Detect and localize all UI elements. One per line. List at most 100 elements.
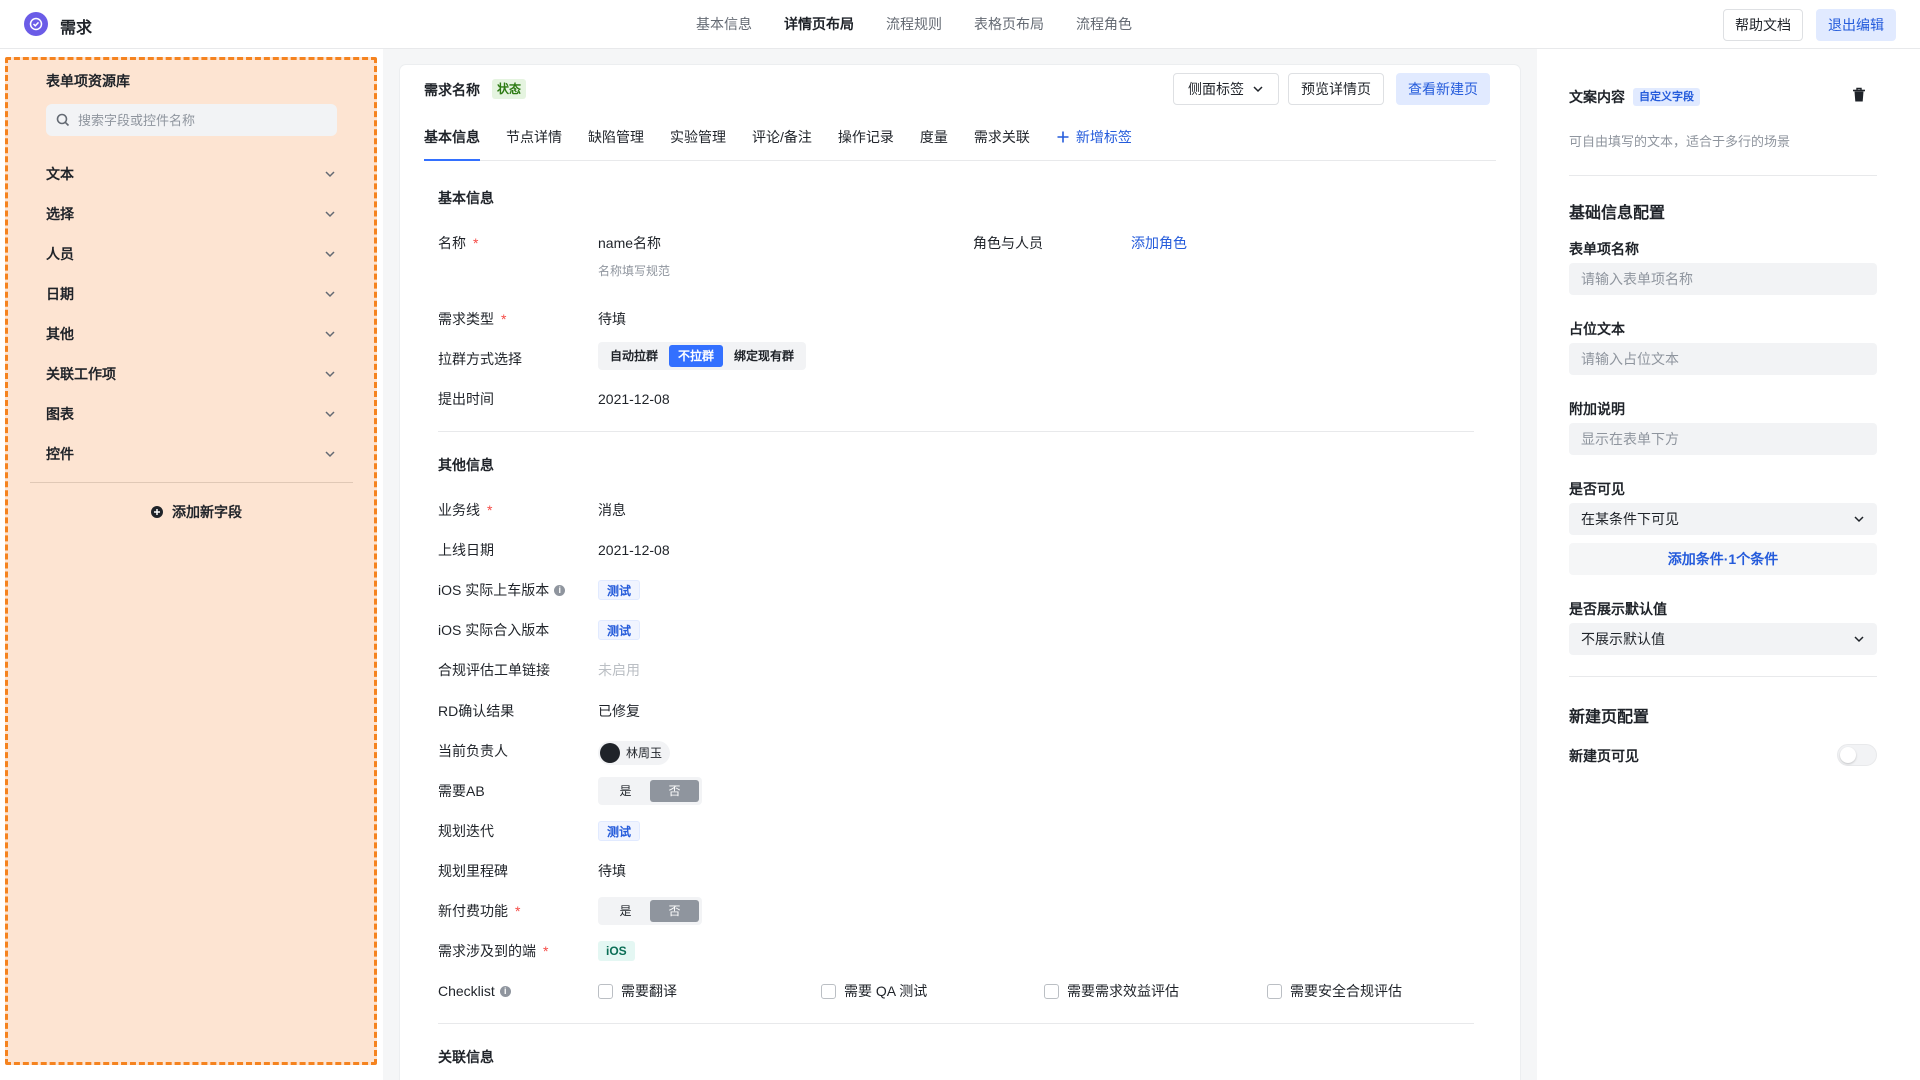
field-paid-feature: 新付费功能 * 是 否 <box>438 897 1498 925</box>
field-checklist: Checklist i 需要翻译 需要 QA 测试 需要需求效益评估 需要安全合规… <box>438 981 1402 1001</box>
category-related-work[interactable]: 关联工作项 <box>46 354 336 394</box>
trash-icon[interactable] <box>1852 87 1866 106</box>
field-submit-time[interactable]: 提出时间 2021-12-08 <box>438 389 1498 409</box>
field-group-mode: 拉群方式选择 自动拉群 不拉群 绑定现有群 <box>438 342 1498 370</box>
search-input[interactable] <box>78 112 318 128</box>
exit-edit-button[interactable]: 退出编辑 <box>1816 9 1896 41</box>
tab-defects[interactable]: 缺陷管理 <box>588 113 644 161</box>
chevron-down-icon <box>325 411 335 418</box>
add-condition-button[interactable]: 添加条件·1个条件 <box>1569 543 1877 575</box>
category-other[interactable]: 其他 <box>46 314 336 354</box>
section-divider <box>438 1023 1474 1024</box>
section-basic-info: 基本信息 <box>438 190 494 206</box>
field-business-line[interactable]: 业务线 * 消息 <box>438 500 1498 520</box>
plus-icon <box>1057 131 1069 142</box>
chevron-down-icon <box>325 211 335 218</box>
basic-config-title: 基础信息配置 <box>1569 205 1666 222</box>
tab-basic[interactable]: 基本信息 <box>424 113 480 161</box>
category-person[interactable]: 人员 <box>46 234 336 274</box>
field-online-date[interactable]: 上线日期 2021-12-08 <box>438 540 1498 560</box>
field-milestone[interactable]: 规划里程碑 待填 <box>438 861 1498 881</box>
divider <box>1569 676 1877 677</box>
tab-basic-info[interactable]: 基本信息 <box>680 0 768 48</box>
option-no[interactable]: 否 <box>650 900 699 922</box>
detail-tabs: 基本信息 节点详情 缺陷管理 实验管理 评论/备注 操作记录 度量 需求关联 新… <box>424 113 1496 161</box>
field-rd-result[interactable]: RD确认结果 已修复 <box>438 701 1498 721</box>
placeholder-label: 占位文本 <box>1569 321 1625 337</box>
newpage-config-title: 新建页配置 <box>1569 709 1650 726</box>
category-text[interactable]: 文本 <box>46 154 336 194</box>
field-type[interactable]: 需求类型 * 待填 <box>438 309 1498 329</box>
option-no[interactable]: 否 <box>650 780 699 802</box>
preview-detail-button[interactable]: 预览详情页 <box>1288 73 1384 105</box>
category-list: 文本 选择 人员 日期 其他 关联工作项 图表 控件 <box>46 154 336 474</box>
field-ios-merge-version[interactable]: iOS 实际合入版本 测试 <box>438 620 1498 640</box>
help-docs-button[interactable]: 帮助文档 <box>1723 9 1803 41</box>
tab-operation-log[interactable]: 操作记录 <box>838 113 894 161</box>
option-yes[interactable]: 是 <box>601 900 650 922</box>
paid-toggle[interactable]: 是 否 <box>598 897 702 925</box>
extra-input[interactable] <box>1569 423 1877 455</box>
group-option-none[interactable]: 不拉群 <box>669 345 724 367</box>
search-icon <box>56 113 70 127</box>
info-icon: i <box>554 584 566 596</box>
add-field-button[interactable]: 添加新字段 <box>150 502 242 522</box>
tab-detail-layout[interactable]: 详情页布局 <box>768 0 870 48</box>
tab-comments[interactable]: 评论/备注 <box>752 113 812 161</box>
required-mark: * <box>501 311 507 327</box>
plus-circle-icon <box>151 506 163 518</box>
status-badge[interactable]: 状态 <box>492 79 527 99</box>
category-chart[interactable]: 图表 <box>46 394 336 434</box>
ab-toggle[interactable]: 是 否 <box>598 777 702 805</box>
tab-node-detail[interactable]: 节点详情 <box>506 113 562 161</box>
placeholder-input[interactable] <box>1569 343 1877 375</box>
add-tab-button[interactable]: 新增标签 <box>1056 113 1132 161</box>
field-compliance-link[interactable]: 合规评估工单链接 未启用 <box>438 660 1498 680</box>
checkbox-translate[interactable]: 需要翻译 <box>598 981 677 1001</box>
category-select[interactable]: 选择 <box>46 194 336 234</box>
field-name-input[interactable] <box>1569 263 1877 295</box>
field-ios-real-version[interactable]: iOS 实际上车版本 i 测试 <box>438 580 1498 600</box>
library-search[interactable] <box>46 104 337 136</box>
group-option-bind[interactable]: 绑定现有群 <box>725 345 803 367</box>
section-other-info: 其他信息 <box>438 457 494 473</box>
chevron-down-icon <box>325 331 335 338</box>
add-role-link[interactable]: 添加角色 <box>1131 233 1187 253</box>
person-chip[interactable]: 林周玉 <box>598 741 671 765</box>
tab-relations[interactable]: 需求关联 <box>974 113 1030 161</box>
field-name[interactable]: 名称 * name名称 角色与人员 添加角色 <box>438 233 1498 253</box>
custom-field-badge: 自定义字段 <box>1633 88 1700 106</box>
group-option-auto[interactable]: 自动拉群 <box>601 345 667 367</box>
field-platform[interactable]: 需求涉及到的端 * iOS <box>438 941 1498 961</box>
tab-metrics[interactable]: 度量 <box>920 113 948 161</box>
view-new-page-button[interactable]: 查看新建页 <box>1396 73 1490 105</box>
group-mode-segmented[interactable]: 自动拉群 不拉群 绑定现有群 <box>598 342 807 370</box>
tab-flow-roles[interactable]: 流程角色 <box>1060 0 1148 48</box>
checkbox-security[interactable]: 需要安全合规评估 <box>1267 981 1402 1001</box>
section-related-info: 关联信息 <box>438 1049 494 1065</box>
chevron-down-icon <box>325 251 335 258</box>
app-title: 需求 <box>60 20 93 37</box>
category-date[interactable]: 日期 <box>46 274 336 314</box>
category-control[interactable]: 控件 <box>46 434 336 474</box>
platform-tag: iOS <box>598 941 635 961</box>
tag: 测试 <box>598 821 641 841</box>
field-iteration[interactable]: 规划迭代 测试 <box>438 821 1498 841</box>
tab-flow-rules[interactable]: 流程规则 <box>870 0 958 48</box>
visible-select[interactable]: 在某条件下可见 <box>1569 503 1877 535</box>
chevron-down-icon <box>1854 516 1864 523</box>
newpage-visible-label: 新建页可见 <box>1569 748 1639 764</box>
option-yes[interactable]: 是 <box>601 780 650 802</box>
newpage-visible-toggle[interactable] <box>1837 744 1877 766</box>
side-tab-button[interactable]: 侧面标签 <box>1173 73 1279 105</box>
tab-experiments[interactable]: 实验管理 <box>670 113 726 161</box>
required-mark: * <box>515 903 521 919</box>
field-need-ab: 需要AB 是 否 <box>438 777 1498 805</box>
field-owner[interactable]: 当前负责人 林周玉 <box>438 741 1498 765</box>
default-select[interactable]: 不展示默认值 <box>1569 623 1877 655</box>
tab-table-layout[interactable]: 表格页布局 <box>958 0 1060 48</box>
checkbox-qa[interactable]: 需要 QA 测试 <box>821 981 927 1001</box>
checkbox-benefit[interactable]: 需要需求效益评估 <box>1044 981 1179 1001</box>
app-logo-icon <box>24 12 48 36</box>
chevron-down-icon <box>1854 636 1864 643</box>
